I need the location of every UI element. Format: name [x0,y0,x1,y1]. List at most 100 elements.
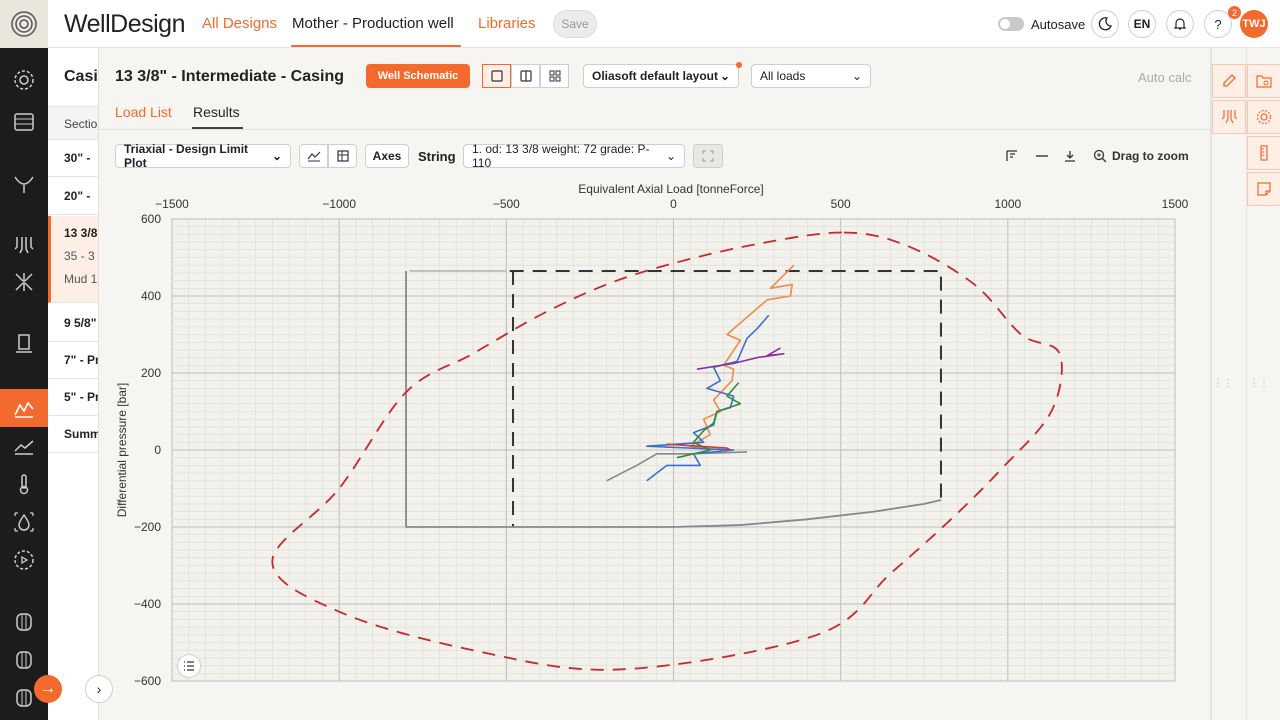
autosave-toggle[interactable] [998,17,1024,31]
y-tick-label: 0 [154,443,161,457]
save-button[interactable]: Save [553,10,597,38]
y-tick-label: 400 [141,289,161,303]
line-style-button[interactable] [1032,146,1052,166]
notifications-badge: 2 [1228,6,1241,19]
x-tick-label: −500 [493,197,520,211]
axes-button[interactable]: Axes [365,144,409,168]
x-tick-label: −1500 [155,197,189,211]
auto-calc-label[interactable]: Auto calc [1138,70,1191,85]
main-sidebar [0,0,48,720]
edit-icon[interactable] [1212,64,1246,98]
list-item[interactable]: 7" - Pr [48,342,98,379]
chart-view-button[interactable] [299,144,328,168]
nav-active-underline [291,45,461,47]
arrow-right-icon: → [40,680,56,697]
list-item[interactable]: 30" - [48,140,98,177]
layers-icon[interactable] [10,108,38,136]
y-tick-label: 200 [141,366,161,380]
zoom-in-icon [1093,149,1107,163]
nav-libraries[interactable]: Libraries [478,15,536,32]
list-item-selected[interactable]: 13 3/8 35 - 3 Mud 1 [48,216,98,303]
selected-item-title: 13 3/8 [64,226,98,240]
well-schematic-button[interactable]: Well Schematic [366,64,470,88]
reset-zoom-button[interactable] [693,144,723,168]
design-limit-chart[interactable]: Equivalent Axial Load [tonneForce] Diffe… [99,180,1210,720]
chart-toolbar: Triaxial - Design Limit Plot ⌄ Axes Stri… [99,142,1210,172]
main-content: 13 3/8" - Intermediate - Casing Well Sch… [99,48,1210,720]
note-icon[interactable] [1247,172,1280,206]
stratigraphy-icon[interactable] [1212,100,1246,134]
plot-type-value: Triaxial - Design Limit Plot [124,142,249,170]
autosave-label: Autosave [1031,17,1086,32]
chevron-down-icon: ⌄ [271,149,282,163]
well-a-icon[interactable] [10,608,38,636]
right-column-1 [1211,48,1246,720]
casing-icon[interactable] [10,232,38,260]
expand-arrow-button[interactable]: → [34,675,62,703]
settings-icon[interactable] [10,66,38,94]
list-item[interactable]: 9 5/8" [48,305,98,342]
legend-list-button[interactable] [177,654,201,678]
download-button[interactable] [1060,146,1080,166]
string-dropdown[interactable]: 1. od: 13 3/8 weight: 72 grade: P-110 ⌄ [463,142,685,170]
logo-icon [11,11,37,37]
nav-current-design[interactable]: Mother - Production well [292,15,454,32]
y-tick-label: −600 [134,674,161,688]
layout-split-button[interactable] [511,64,540,88]
legend-toggle-button[interactable] [1002,146,1022,166]
trajectory-icon[interactable] [10,170,38,198]
x-axis-label: Equivalent Axial Load [tonneForce] [578,182,763,196]
loads-dropdown[interactable]: All loads ⌄ [751,64,871,88]
settings-icon[interactable] [1247,100,1280,134]
formation-icon[interactable] [10,268,38,296]
expand-icon [702,150,714,162]
app-logo[interactable] [0,0,48,48]
legend-icon [1006,150,1017,161]
search-folder-icon[interactable] [1247,64,1280,98]
list-item[interactable]: 5" - Pr [48,379,98,416]
zoom-icon-button[interactable] [1090,146,1110,166]
list-item[interactable]: Summ [48,416,98,453]
dark-mode-button[interactable] [1091,10,1119,38]
y-tick-label: 600 [141,212,161,226]
layout-dropdown-value: Oliasoft default layout [592,69,719,83]
tab-results[interactable]: Results [193,104,240,120]
temperature-icon[interactable] [10,470,38,498]
layout-grid-button[interactable] [540,64,569,88]
list-icon [184,661,194,671]
line-chart-icon [307,151,320,162]
user-avatar[interactable]: TWJ [1240,10,1268,38]
layout-dropdown[interactable]: Oliasoft default layout ⌄ [583,64,739,88]
grid-panel-icon [549,70,560,82]
string-dropdown-value: 1. od: 13 3/8 weight: 72 grade: P-110 [472,142,650,170]
results-chart-icon[interactable] [10,432,38,460]
nav-all-designs[interactable]: All Designs [202,15,277,32]
resize-grip-icon[interactable]: ⋮⋮ [1249,378,1269,389]
drag-to-zoom-label[interactable]: Drag to zoom [1112,149,1189,163]
table-view-button[interactable] [328,144,357,168]
layout-single-button[interactable] [482,64,511,88]
list-item[interactable]: 20" - [48,178,98,215]
load-analysis-icon[interactable] [10,394,38,422]
expand-panel-button[interactable]: › [85,675,113,703]
fluid-icon[interactable] [10,508,38,536]
well-b-icon[interactable] [10,646,38,674]
minus-icon [1036,155,1048,157]
x-tick-label: −1000 [322,197,356,211]
language-button[interactable]: EN [1128,10,1156,38]
chevron-down-icon: ⌄ [665,149,676,163]
chevron-down-icon: ⌄ [719,69,730,83]
drillstring-icon[interactable] [10,330,38,358]
x-tick-label: 1500 [1162,197,1189,211]
advanced-settings-icon[interactable] [10,546,38,574]
ruler-icon[interactable] [1247,136,1280,170]
notifications-button[interactable] [1166,10,1194,38]
tab-load-list[interactable]: Load List [115,104,172,120]
download-icon [1065,151,1075,162]
x-tick-label: 1000 [994,197,1021,211]
casing-list-panel: Casi Sectio 30" - 20" - 13 3/8 35 - 3 Mu… [48,48,99,720]
section-header: Sectio [48,106,98,140]
moon-icon [1098,17,1112,31]
plot-type-dropdown[interactable]: Triaxial - Design Limit Plot ⌄ [115,142,291,170]
bell-icon [1173,18,1187,30]
